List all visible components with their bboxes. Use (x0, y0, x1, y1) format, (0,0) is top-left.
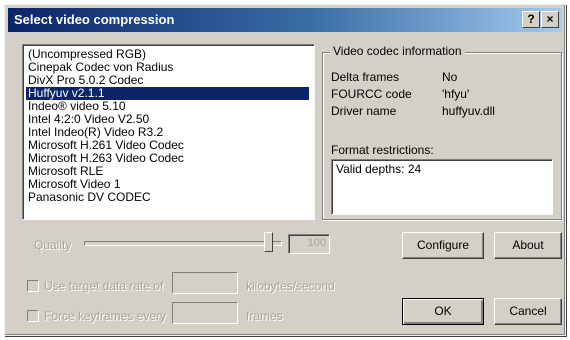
driver-name-label: Driver name (331, 104, 397, 118)
about-button[interactable]: About (494, 232, 562, 259)
keyframes-label: Force keyframes every (44, 309, 167, 323)
quality-label: Quality (34, 238, 72, 252)
dialog-title: Select video compression (14, 12, 175, 27)
format-restrictions-label: Format restrictions: (331, 143, 434, 157)
delta-frames-label: Delta frames (331, 70, 400, 84)
codec-info-title: Video codec information (330, 44, 465, 58)
keyframes-input[interactable] (172, 302, 238, 324)
keyframes-checkbox[interactable] (27, 310, 39, 322)
quality-value-field[interactable]: 100 (288, 234, 330, 254)
driver-name-value: huffyuv.dll (442, 104, 495, 118)
close-button[interactable]: × (541, 11, 559, 28)
target-rate-checkbox[interactable] (27, 280, 39, 292)
target-rate-unit: kilobytes/second (246, 279, 335, 293)
format-restrictions-box: Valid depths: 24 (331, 159, 553, 215)
codec-list[interactable]: (Uncompressed RGB) Cinepak Codec von Radi… (22, 44, 315, 220)
configure-button[interactable]: Configure (402, 232, 484, 259)
fourcc-value: 'hfyu' (442, 87, 470, 101)
delta-frames-value: No (442, 70, 458, 84)
target-rate-label: Use target data rate of (44, 279, 164, 293)
cancel-button[interactable]: Cancel (494, 298, 562, 325)
codec-list-item[interactable]: Panasonic DV CODEC (26, 191, 309, 204)
quality-slider-thumb[interactable] (264, 232, 273, 252)
target-rate-input[interactable] (172, 272, 238, 294)
keyframes-unit: frames (246, 309, 283, 323)
title-bar[interactable]: Select video compression ? × (8, 8, 562, 32)
fourcc-label: FOURCC code (331, 87, 412, 101)
help-button[interactable]: ? (522, 11, 540, 28)
quality-slider-track[interactable] (84, 241, 282, 246)
ok-button[interactable]: OK (402, 298, 484, 325)
